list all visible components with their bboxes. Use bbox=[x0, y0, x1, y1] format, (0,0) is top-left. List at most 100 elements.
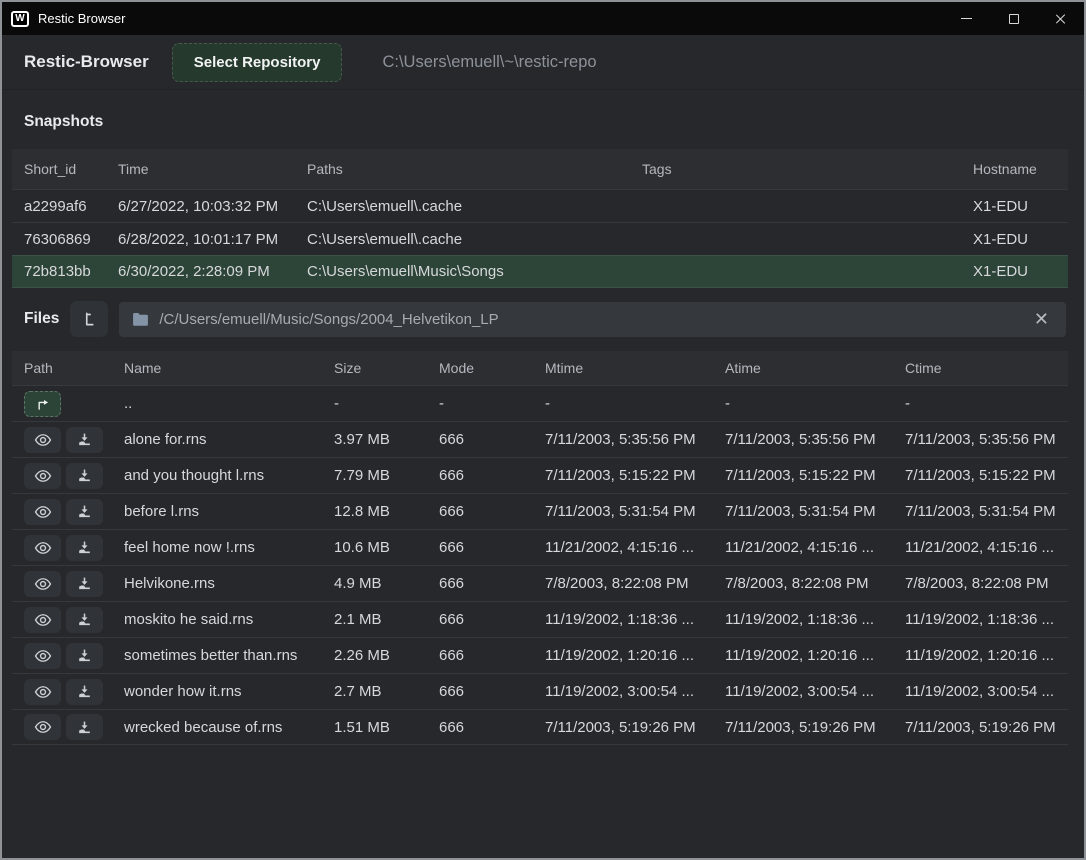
eye-preview-icon bbox=[34, 577, 52, 591]
file-name: before l.rns bbox=[112, 503, 322, 520]
file-atime: 7/11/2003, 5:31:54 PM bbox=[713, 503, 893, 520]
file-ctime: - bbox=[893, 395, 1068, 412]
select-repository-button[interactable]: Select Repository bbox=[172, 43, 343, 82]
minimize-button[interactable] bbox=[943, 2, 990, 35]
file-mtime: 11/19/2002, 3:00:54 ... bbox=[533, 683, 713, 700]
file-size: 7.79 MB bbox=[322, 467, 427, 484]
snapshot-paths: C:\Users\emuell\.cache bbox=[295, 198, 630, 215]
file-ctime: 7/11/2003, 5:31:54 PM bbox=[893, 503, 1068, 520]
file-name: wrecked because of.rns bbox=[112, 719, 322, 736]
restore-file-button[interactable] bbox=[66, 571, 103, 597]
restore-file-button[interactable] bbox=[66, 535, 103, 561]
column-header-path: Path bbox=[12, 360, 112, 376]
window-title: Restic Browser bbox=[38, 11, 125, 26]
clear-path-button[interactable]: ✕ bbox=[1030, 308, 1053, 330]
app-title: Restic-Browser bbox=[24, 52, 149, 72]
file-ctime: 11/21/2002, 4:15:16 ... bbox=[893, 539, 1068, 556]
preview-file-button[interactable] bbox=[24, 607, 61, 633]
download-restore-icon bbox=[77, 612, 92, 627]
preview-file-button[interactable] bbox=[24, 679, 61, 705]
download-restore-icon bbox=[77, 648, 92, 663]
restore-file-button[interactable] bbox=[66, 679, 103, 705]
eye-preview-icon bbox=[34, 433, 52, 447]
file-mode: - bbox=[427, 395, 533, 412]
file-mtime: 7/11/2003, 5:15:22 PM bbox=[533, 467, 713, 484]
preview-file-button[interactable] bbox=[24, 571, 61, 597]
maximize-button[interactable] bbox=[990, 2, 1037, 35]
preview-file-button[interactable] bbox=[24, 714, 61, 740]
eye-preview-icon bbox=[34, 613, 52, 627]
restore-file-button[interactable] bbox=[66, 499, 103, 525]
snapshot-row[interactable]: a2299af6 6/27/2022, 10:03:32 PM C:\Users… bbox=[12, 189, 1068, 222]
snapshot-short-id: 76306869 bbox=[12, 231, 106, 248]
preview-file-button[interactable] bbox=[24, 427, 61, 453]
download-restore-icon bbox=[77, 432, 92, 447]
row-actions bbox=[12, 427, 112, 453]
download-restore-icon bbox=[77, 576, 92, 591]
file-atime: 11/19/2002, 3:00:54 ... bbox=[713, 683, 893, 700]
restore-file-button[interactable] bbox=[66, 427, 103, 453]
titlebar[interactable]: W Restic Browser bbox=[2, 2, 1084, 35]
file-mtime: 11/19/2002, 1:20:16 ... bbox=[533, 647, 713, 664]
restore-file-button[interactable] bbox=[66, 607, 103, 633]
download-restore-icon bbox=[77, 504, 92, 519]
snapshot-row-selected[interactable]: 72b813bb 6/30/2022, 2:28:09 PM C:\Users\… bbox=[12, 255, 1068, 288]
repository-path: C:\Users\emuell\~\restic-repo bbox=[382, 53, 596, 72]
preview-file-button[interactable] bbox=[24, 643, 61, 669]
row-actions bbox=[12, 571, 112, 597]
eye-preview-icon bbox=[34, 720, 52, 734]
file-ctime: 7/11/2003, 5:35:56 PM bbox=[893, 431, 1068, 448]
file-ctime: 7/8/2003, 8:22:08 PM bbox=[893, 575, 1068, 592]
parent-directory-row: .. - - - - - bbox=[12, 385, 1068, 421]
window-controls bbox=[943, 2, 1084, 35]
preview-file-button[interactable] bbox=[24, 535, 61, 561]
snapshots-table: Short_id Time Paths Tags Hostname a2299a… bbox=[12, 149, 1068, 288]
column-header-paths: Paths bbox=[295, 161, 630, 177]
snapshot-time: 6/28/2022, 10:01:17 PM bbox=[106, 231, 295, 248]
column-header-name: Name bbox=[112, 360, 322, 376]
file-mode: 666 bbox=[427, 467, 533, 484]
file-size: 2.7 MB bbox=[322, 683, 427, 700]
preview-file-button[interactable] bbox=[24, 499, 61, 525]
app-window: W Restic Browser Restic-Browser Select R… bbox=[0, 0, 1086, 860]
download-restore-icon bbox=[77, 720, 92, 735]
row-actions bbox=[12, 714, 112, 740]
file-row: before l.rns12.8 MB6667/11/2003, 5:31:54… bbox=[12, 493, 1068, 529]
download-restore-icon bbox=[77, 684, 92, 699]
restore-file-button[interactable] bbox=[66, 714, 103, 740]
restore-file-button[interactable] bbox=[66, 643, 103, 669]
restore-file-button[interactable] bbox=[66, 463, 103, 489]
file-ctime: 7/11/2003, 5:15:22 PM bbox=[893, 467, 1068, 484]
file-mode: 666 bbox=[427, 647, 533, 664]
file-name: wonder how it.rns bbox=[112, 683, 322, 700]
snapshot-hostname: X1-EDU bbox=[961, 231, 1068, 248]
file-row: wonder how it.rns2.7 MB66611/19/2002, 3:… bbox=[12, 673, 1068, 709]
row-actions bbox=[12, 391, 112, 417]
close-button[interactable] bbox=[1037, 2, 1084, 35]
file-mtime: 7/11/2003, 5:35:56 PM bbox=[533, 431, 713, 448]
file-size: 4.9 MB bbox=[322, 575, 427, 592]
file-atime: 7/11/2003, 5:35:56 PM bbox=[713, 431, 893, 448]
file-atime: 7/11/2003, 5:15:22 PM bbox=[713, 467, 893, 484]
file-name: alone for.rns bbox=[112, 431, 322, 448]
preview-file-button[interactable] bbox=[24, 463, 61, 489]
file-size: 2.26 MB bbox=[322, 647, 427, 664]
file-atime: 7/8/2003, 8:22:08 PM bbox=[713, 575, 893, 592]
download-restore-icon bbox=[77, 540, 92, 555]
file-mode: 666 bbox=[427, 539, 533, 556]
file-ctime: 11/19/2002, 3:00:54 ... bbox=[893, 683, 1068, 700]
file-mtime: 7/11/2003, 5:31:54 PM bbox=[533, 503, 713, 520]
close-icon bbox=[1055, 13, 1067, 25]
column-header-size: Size bbox=[322, 360, 427, 376]
snapshot-row[interactable]: 76306869 6/28/2022, 10:01:17 PM C:\Users… bbox=[12, 222, 1068, 255]
up-directory-button[interactable] bbox=[24, 391, 61, 417]
snapshot-short-id: 72b813bb bbox=[12, 263, 106, 280]
minimize-icon bbox=[961, 18, 972, 20]
current-path-field[interactable]: /C/Users/emuell/Music/Songs/2004_Helveti… bbox=[119, 302, 1066, 337]
parent-path-button[interactable] bbox=[70, 301, 108, 337]
file-row: moskito he said.rns2.1 MB66611/19/2002, … bbox=[12, 601, 1068, 637]
snapshots-header-row: Short_id Time Paths Tags Hostname bbox=[12, 149, 1068, 189]
column-header-short-id: Short_id bbox=[12, 161, 106, 177]
row-actions bbox=[12, 499, 112, 525]
eye-preview-icon bbox=[34, 505, 52, 519]
